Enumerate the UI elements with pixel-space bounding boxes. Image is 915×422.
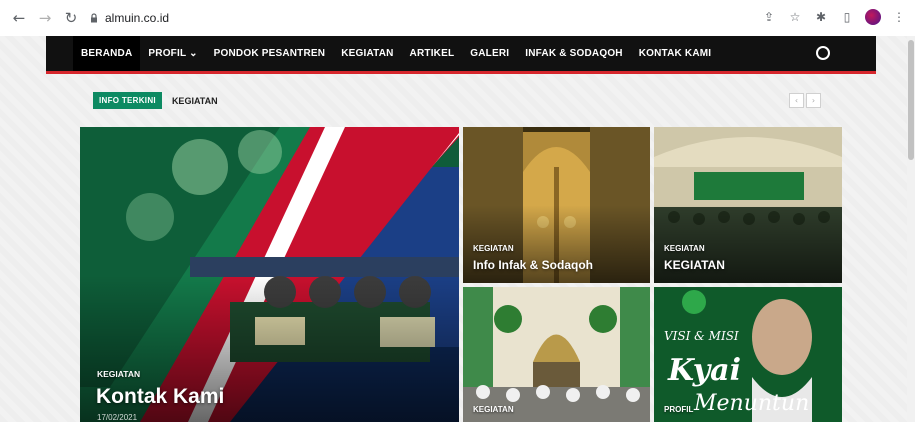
prev-arrow-icon[interactable]: ‹: [789, 93, 804, 108]
post-card-profil[interactable]: VISI & MISI Kyai Menuntun PROFIL: [654, 287, 842, 422]
next-arrow-icon[interactable]: ›: [806, 93, 821, 108]
news-ticker: INFO TERKINI KEGIATAN: [93, 92, 218, 109]
menu-icon[interactable]: ⋮: [891, 9, 907, 25]
post-card-kegiatan-2[interactable]: KEGIATAN: [463, 287, 650, 422]
nav-item-kegiatan[interactable]: KEGIATAN: [333, 36, 401, 71]
scroll-thumb[interactable]: [908, 40, 914, 160]
main-navigation: BERANDA PROFIL ⌄ PONDOK PESANTREN KEGIAT…: [46, 36, 876, 74]
scrollbar[interactable]: [907, 36, 915, 422]
card-title[interactable]: Info Infak & Sodaqoh: [473, 258, 593, 272]
page-viewport: BERANDA PROFIL ⌄ PONDOK PESANTREN KEGIAT…: [0, 36, 915, 422]
card-category[interactable]: PROFIL: [664, 405, 693, 414]
nav-item-beranda[interactable]: BERANDA: [73, 36, 141, 71]
card-category[interactable]: KEGIATAN: [664, 244, 705, 253]
share-icon[interactable]: ⇪: [761, 9, 777, 25]
side-panel-icon[interactable]: ▯: [839, 9, 855, 25]
browser-toolbar: ← → ↻ almuin.co.id ⇪ ☆ ✱ ▯ ⋮: [0, 0, 915, 36]
nav-item-infak-sodaqoh[interactable]: INFAK & SODAQOH: [517, 36, 630, 71]
nav-item-artikel[interactable]: ARTIKEL: [402, 36, 463, 71]
card-category[interactable]: KEGIATAN: [473, 244, 514, 253]
card-category[interactable]: KEGIATAN: [473, 405, 514, 414]
ticker-arrows: ‹ ›: [789, 93, 821, 108]
card-title[interactable]: KEGIATAN: [664, 258, 725, 272]
post-card-infak[interactable]: KEGIATAN Info Infak & Sodaqoh: [463, 127, 650, 283]
star-icon[interactable]: ☆: [787, 9, 803, 25]
mosque-interior-image: [463, 287, 650, 422]
forward-icon[interactable]: →: [34, 7, 56, 29]
hero-title[interactable]: Kontak Kami: [96, 385, 224, 409]
toolbar-icons: ⇪ ☆ ✱ ▯ ⋮: [761, 9, 907, 25]
ticker-link[interactable]: KEGIATAN: [172, 96, 218, 106]
extensions-icon[interactable]: ✱: [813, 9, 829, 25]
post-card-kegiatan[interactable]: KEGIATAN KEGIATAN: [654, 127, 842, 283]
hero-date: 17/02/2021: [97, 413, 138, 422]
nav-item-galeri[interactable]: GALERI: [462, 36, 517, 71]
hero-post-card[interactable]: KEGIATAN Kontak Kami 17/02/2021: [80, 127, 459, 422]
poster-line1: VISI & MISI: [664, 329, 739, 343]
url-text: almuin.co.id: [105, 11, 170, 25]
nav-item-profil[interactable]: PROFIL ⌄: [140, 36, 205, 71]
hero-category[interactable]: KEGIATAN: [97, 369, 140, 379]
poster-line2: Kyai: [668, 353, 741, 388]
profile-avatar[interactable]: [865, 9, 881, 25]
back-icon[interactable]: ←: [8, 7, 30, 29]
poster-line3: Menuntun: [694, 391, 810, 416]
reload-icon[interactable]: ↻: [60, 7, 82, 29]
search-icon[interactable]: [816, 46, 830, 60]
nav-item-kontak-kami[interactable]: KONTAK KAMI: [631, 36, 720, 71]
ticker-badge: INFO TERKINI: [93, 92, 162, 109]
lock-icon: [91, 13, 97, 23]
nav-item-pondok-pesantren[interactable]: PONDOK PESANTREN: [206, 36, 334, 71]
